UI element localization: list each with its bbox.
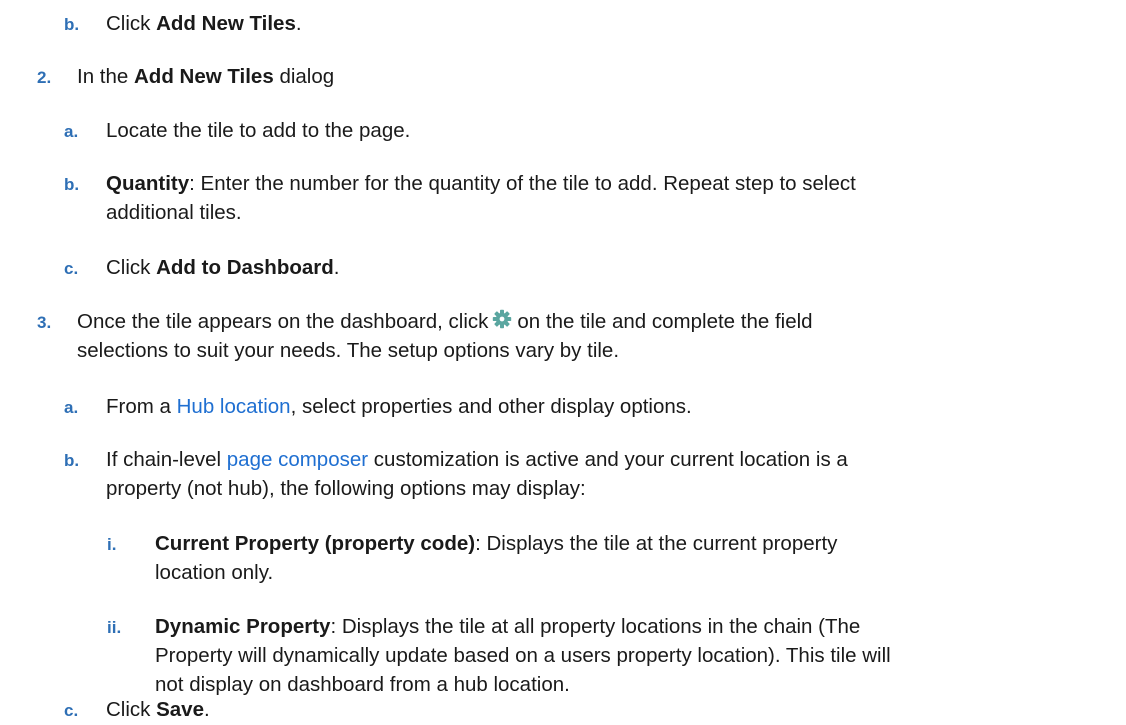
text: From a [106, 395, 177, 418]
text: Click [106, 256, 157, 279]
gear-icon [492, 308, 512, 329]
text: : Displays the tile at all property loca… [330, 615, 861, 638]
step-marker: 3. [37, 313, 52, 332]
text: If chain-level [106, 448, 227, 471]
text: Once the tile appears on the dashboard, … [77, 310, 489, 333]
text: on the tile and complete the field [517, 310, 813, 333]
text: : Displays the tile at the current prope… [475, 532, 838, 555]
step-2b-text: Quantity: Enter the number for the quant… [106, 169, 856, 227]
text: , select properties and other display op… [290, 395, 692, 418]
step-2c-text: Click Add to Dashboard. [106, 253, 339, 282]
text: . [333, 256, 340, 279]
step-marker: c. [64, 259, 79, 278]
step-3b-i-text: Current Property (property code): Displa… [155, 529, 837, 587]
ui-term: Add New Tiles [134, 65, 274, 88]
step-marker: c. [64, 701, 79, 720]
step-3b-ii-text: Dynamic Property: Displays the tile at a… [155, 612, 891, 699]
text: Click [106, 12, 157, 35]
text: property (not hub), the following option… [106, 477, 586, 500]
hub-location-link[interactable]: Hub location [177, 395, 291, 418]
text: . [204, 698, 210, 721]
text: Property will dynamically update based o… [155, 644, 891, 667]
step-marker: a. [64, 398, 79, 417]
document-page: { "colors": { "marker": "#2e6fb5", "link… [0, 0, 1126, 721]
step-2-text: In the Add New Tiles dialog [77, 62, 334, 91]
page-composer-link[interactable]: page composer [227, 448, 368, 471]
text: In the [77, 65, 134, 88]
text: location only. [155, 561, 274, 584]
step-3c-text: Click Save. [106, 695, 210, 724]
step-marker: 2. [37, 68, 52, 87]
step-marker: b. [64, 15, 80, 34]
text: dialog [273, 65, 335, 88]
text: : Enter the number for the quantity of t… [189, 172, 856, 195]
step-marker: a. [64, 122, 79, 141]
text: not display on dashboard from a hub loca… [155, 673, 570, 696]
ui-term: Current Property (property code) [155, 532, 476, 555]
step-marker: b. [64, 175, 80, 194]
step-3a-text: From a Hub location, select properties a… [106, 392, 692, 421]
step-1b-text: Click Add New Tiles. [106, 9, 302, 38]
ui-term: Add to Dashboard [156, 256, 334, 279]
step-marker: i. [107, 535, 117, 554]
text: . [295, 12, 302, 35]
text: selections to suit your needs. The setup… [77, 339, 620, 362]
step-marker: ii. [107, 618, 122, 637]
ui-term: Save [156, 698, 204, 721]
text: additional tiles. [106, 201, 242, 224]
text: Click [106, 698, 157, 721]
ui-term: Add New Tiles [156, 12, 296, 35]
ui-term: Quantity [106, 172, 190, 195]
text: customization is active and your current… [368, 448, 848, 471]
step-marker: b. [64, 451, 80, 470]
step-2a-text: Locate the tile to add to the page. [106, 119, 411, 142]
step-3-text: Once the tile appears on the dashboard, … [77, 307, 813, 365]
step-3b-text: If chain-level page composer customizati… [106, 445, 848, 503]
ui-term: Dynamic Property [155, 615, 331, 638]
